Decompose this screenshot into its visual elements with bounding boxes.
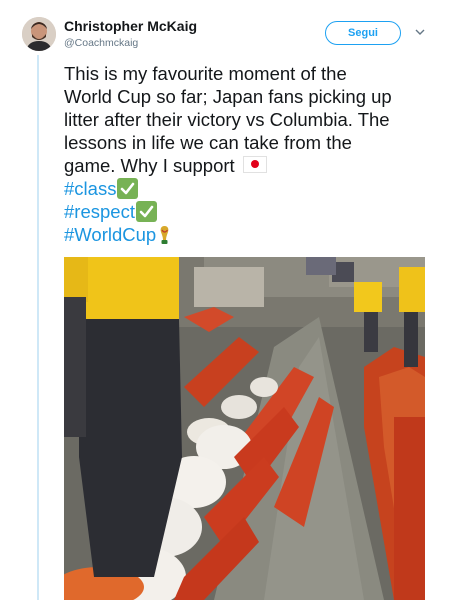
hashtag-line: #WorldCup (64, 223, 439, 246)
hashtag-class[interactable]: #class (64, 178, 116, 199)
hashtag-line: #respect (64, 200, 439, 223)
tweet-line: lessons in life we can take from the (64, 132, 352, 153)
tweet-line: litter after their victory vs Columbia. … (64, 109, 390, 130)
tweet-line: World Cup so far; Japan fans picking up (64, 86, 392, 107)
follow-button[interactable]: Segui (325, 21, 401, 45)
tweet-video[interactable] (64, 257, 425, 600)
avatar[interactable] (22, 17, 56, 51)
tweet-text: This is my favourite moment of the World… (64, 62, 439, 246)
hashtag-line: #class (64, 177, 439, 200)
hashtag-worldcup[interactable]: #WorldCup (64, 224, 156, 245)
chevron-down-icon[interactable] (414, 26, 426, 38)
hashtag-respect[interactable]: #respect (64, 201, 135, 222)
world-cup-trophy-icon (160, 226, 169, 244)
author-handle[interactable]: @Coachmckaig (64, 37, 138, 49)
check-mark-icon (117, 178, 139, 199)
japan-flag-icon (242, 156, 267, 173)
avatar-photo (22, 17, 56, 51)
tweet-line: This is my favourite moment of the (64, 63, 347, 84)
tweet-line: game. Why I support (64, 154, 439, 177)
author-name[interactable]: Christopher McKaig (64, 18, 197, 34)
thread-line (37, 55, 39, 600)
check-mark-icon (135, 201, 157, 222)
video-frame (64, 257, 425, 600)
